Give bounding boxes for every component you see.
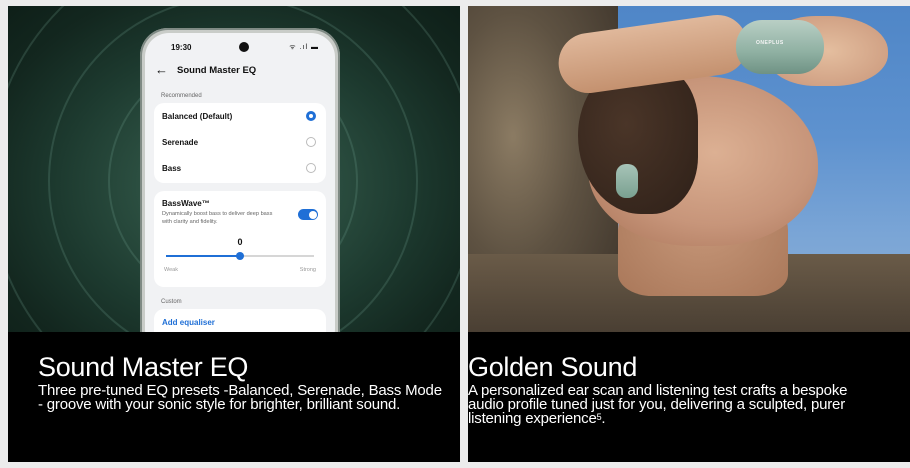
card-body: A personalized ear scan and listening te… — [468, 382, 868, 427]
custom-label: Custom — [161, 299, 182, 305]
card-body: Three pre-tuned EQ presets -Balanced, Se… — [38, 382, 442, 413]
golden-sound-photo: ONEPLUS — [468, 6, 910, 332]
back-arrow-icon[interactable]: ← — [155, 63, 168, 77]
basswave-description: Dynamically boost bass to deliver deep b… — [162, 211, 273, 225]
earbuds-case: ONEPLUS — [736, 20, 824, 74]
radio-selected-icon[interactable] — [306, 111, 316, 121]
phone-mockup: 19:30 ᯤ .ıl ▬ ← Sound Master EQ Recommen… — [140, 28, 340, 332]
signal-battery-icon: ᯤ .ıl ▬ — [289, 44, 319, 51]
preset-label: Bass — [162, 164, 182, 173]
status-time: 19:30 — [171, 43, 192, 52]
slider-fill — [166, 255, 240, 257]
radio-icon[interactable] — [306, 163, 316, 173]
screen-header: ← Sound Master EQ — [155, 63, 325, 79]
preset-list: Balanced (Default) Serenade Bass — [154, 103, 326, 183]
basswave-slider[interactable] — [166, 252, 314, 260]
earbud — [616, 164, 638, 198]
card-body-end: . — [601, 410, 606, 427]
preset-serenade[interactable]: Serenade — [162, 129, 318, 155]
preset-label: Serenade — [162, 138, 199, 147]
phone-screen: 19:30 ᯤ .ıl ▬ ← Sound Master EQ Recommen… — [145, 33, 335, 332]
add-equaliser-link[interactable]: Add equaliser — [162, 318, 215, 327]
sound-master-eq-card: 19:30 ᯤ .ıl ▬ ← Sound Master EQ Recommen… — [8, 6, 460, 462]
card-title: Golden Sound — [468, 352, 638, 382]
card-body-text: A personalized ear scan and listening te… — [468, 382, 848, 427]
golden-sound-card: ONEPLUS Golden Sound A personalized ear … — [468, 6, 910, 462]
basswave-title: BassWave™ — [162, 199, 210, 208]
slider-max-label: Strong — [299, 267, 316, 273]
custom-panel: Add equaliser — [154, 309, 326, 332]
camera-cutout — [239, 42, 249, 52]
radio-icon[interactable] — [306, 137, 316, 147]
eq-phone-image: 19:30 ᯤ .ıl ▬ ← Sound Master EQ Recommen… — [8, 6, 460, 332]
slider-min-label: Weak — [164, 267, 178, 273]
basswave-panel: BassWave™ Dynamically boost bass to deli… — [154, 191, 326, 287]
recommended-label: Recommended — [161, 93, 202, 99]
basswave-toggle[interactable] — [298, 209, 318, 220]
slider-thumb[interactable] — [236, 252, 244, 260]
right-caption: Golden Sound A personalized ear scan and… — [468, 332, 910, 462]
basswave-value: 0 — [237, 237, 243, 247]
status-bar: 19:30 ᯤ .ıl ▬ — [171, 42, 319, 55]
left-caption: Sound Master EQ Three pre-tuned EQ prese… — [8, 332, 460, 462]
card-title: Sound Master EQ — [38, 352, 249, 382]
page: 19:30 ᯤ .ıl ▬ ← Sound Master EQ Recommen… — [0, 0, 910, 468]
case-brand-logo: ONEPLUS — [756, 40, 784, 46]
preset-bass[interactable]: Bass — [162, 155, 318, 181]
preset-balanced[interactable]: Balanced (Default) — [162, 103, 318, 129]
preset-label: Balanced (Default) — [162, 112, 233, 121]
screen-title: Sound Master EQ — [177, 65, 257, 76]
